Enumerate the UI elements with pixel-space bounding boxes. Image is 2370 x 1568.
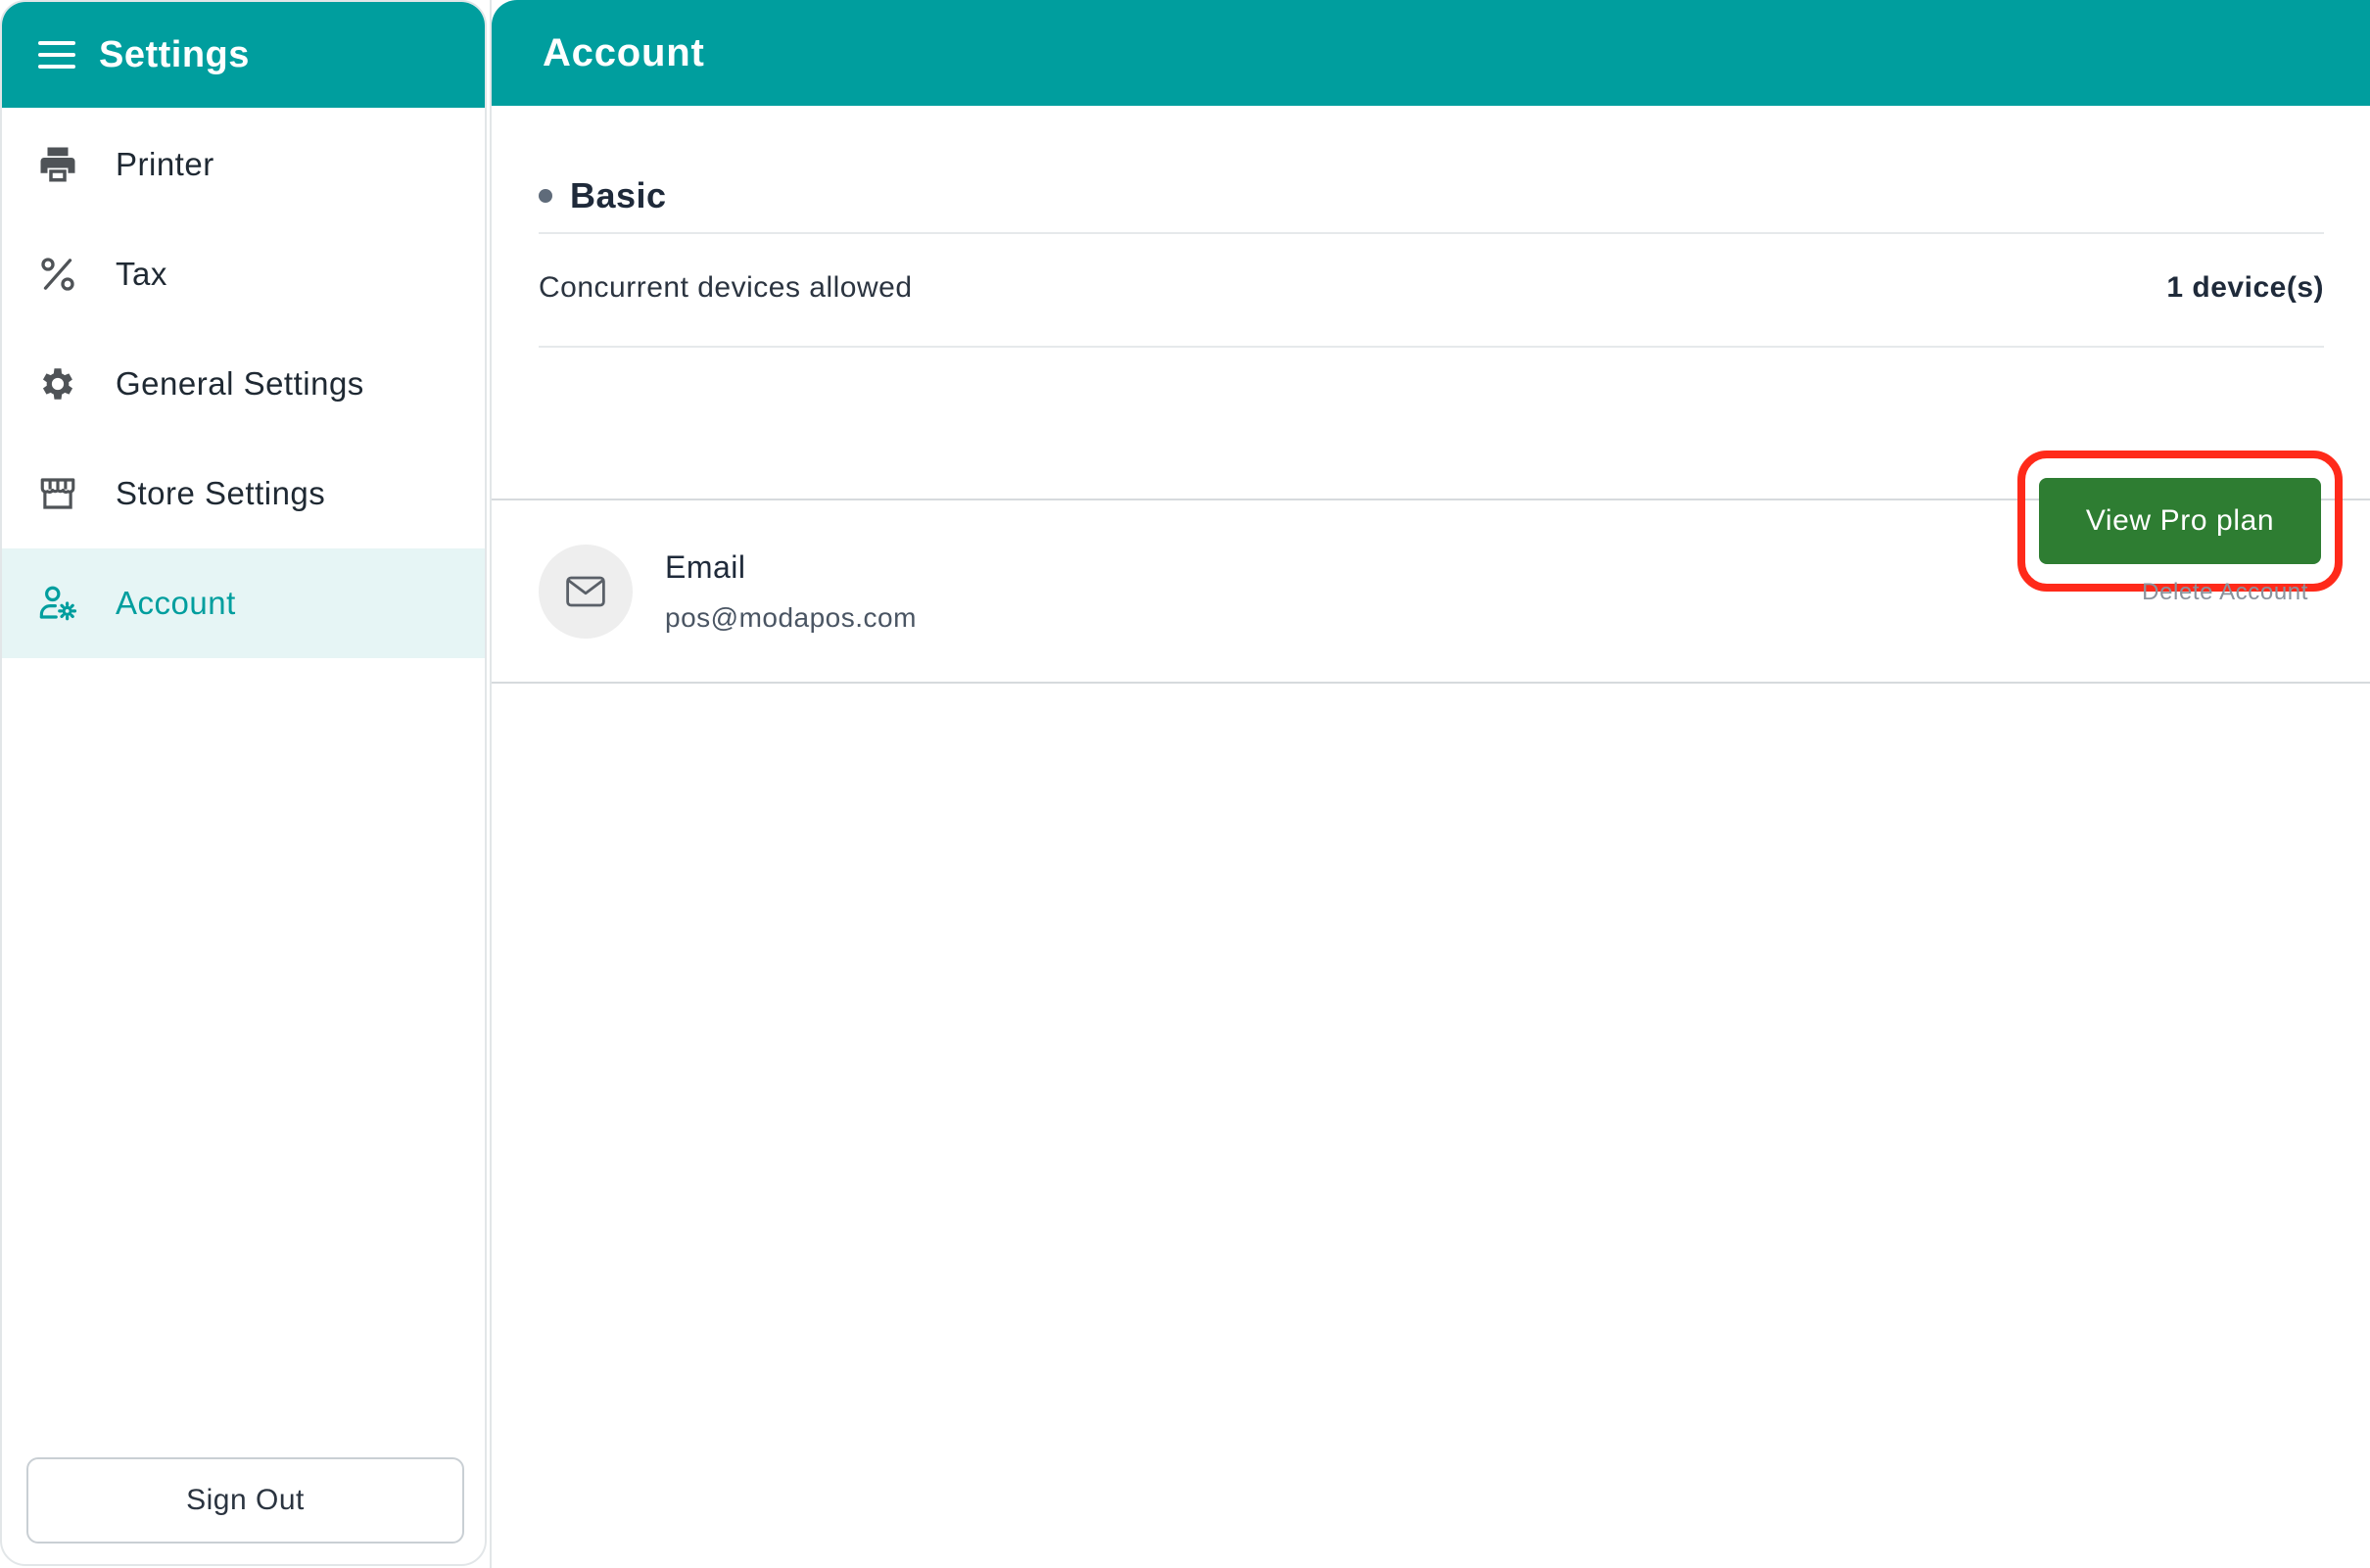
user-gear-icon [37,583,78,624]
sidebar-item-label: General Settings [116,365,364,402]
email-label: Email [665,549,746,585]
gear-icon [37,363,78,404]
divider [539,346,2324,348]
settings-app: Settings Printer Tax General Settings St… [0,0,2370,1568]
devices-value: 1 device(s) [2166,271,2324,304]
printer-icon [37,144,78,185]
sidebar-item-label: Tax [116,256,167,292]
delete-account-button[interactable]: Delete Account [2142,579,2308,606]
plan-name: Basic [570,175,667,215]
sidebar-item-account[interactable]: Account [2,548,485,658]
plan-name-row: Basic [539,163,2324,229]
mail-icon [539,545,633,639]
hamburger-menu-icon[interactable] [38,41,75,69]
page-title: Account [543,30,705,74]
sidebar-item-printer[interactable]: Printer [2,110,485,219]
main-panel: Account Basic Concurrent devices allowed… [490,0,2370,1568]
plan-bullet-icon [539,189,552,203]
email-section: Email pos@modapos.com Delete Account [492,500,2370,684]
email-value: pos@modapos.com [665,602,917,633]
devices-row: Concurrent devices allowed 1 device(s) [539,234,2324,342]
storefront-icon [37,473,78,514]
sidebar-item-general-settings[interactable]: General Settings [2,329,485,439]
sign-out-button[interactable]: Sign Out [26,1457,464,1544]
sidebar: Settings Printer Tax General Settings St… [0,0,487,1566]
percent-icon [37,254,78,295]
main-header: Account [492,0,2370,106]
sidebar-nav: Printer Tax General Settings Store Setti… [2,110,485,658]
sidebar-item-label: Account [116,585,236,621]
sidebar-title: Settings [99,33,250,75]
sidebar-item-store-settings[interactable]: Store Settings [2,439,485,548]
devices-label: Concurrent devices allowed [539,271,913,304]
sidebar-header: Settings [2,2,485,108]
sidebar-item-tax[interactable]: Tax [2,219,485,329]
plan-section: Basic Concurrent devices allowed 1 devic… [492,106,2370,592]
sidebar-item-label: Printer [116,146,214,182]
sidebar-item-label: Store Settings [116,475,326,511]
